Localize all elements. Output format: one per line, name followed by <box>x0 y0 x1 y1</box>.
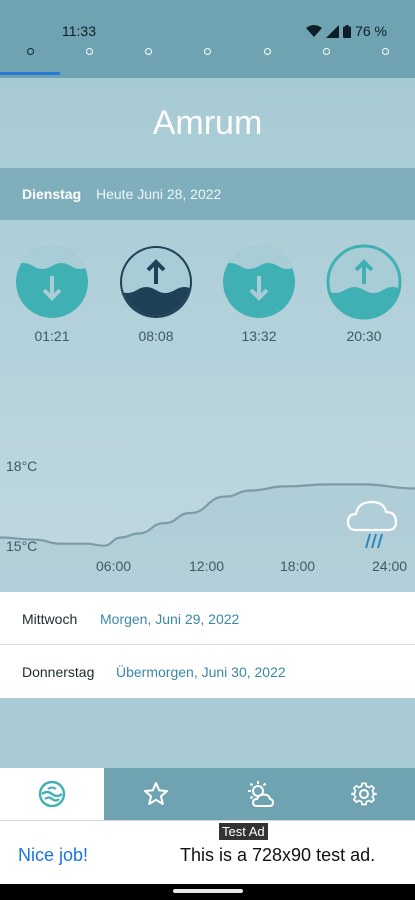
sun-cloud-icon <box>248 781 275 807</box>
active-tab-indicator <box>0 72 60 75</box>
page-dot[interactable] <box>86 48 93 55</box>
gear-icon <box>350 782 377 806</box>
ad-cta[interactable]: Nice job! <box>18 845 88 866</box>
y-tick-label: 18°C <box>6 458 38 474</box>
ad-label: Test Ad <box>219 823 268 840</box>
today-date: Heute Juni 28, 2022 <box>96 186 222 202</box>
tide-high-icon <box>120 246 192 318</box>
today-weekday: Dienstag <box>22 186 82 202</box>
day-weekday: Mittwoch <box>22 611 78 627</box>
y-tick-label: 15°C <box>6 538 38 554</box>
page-dot[interactable] <box>382 48 389 55</box>
tide-item: 20:30 <box>326 244 402 344</box>
page-dot[interactable] <box>204 48 211 55</box>
status-bar: 11:33 76 % <box>0 20 415 44</box>
city-title: Amrum <box>152 104 263 142</box>
day-weekday: Donnerstag <box>22 664 95 680</box>
x-tick-label: 24:00 <box>372 558 408 574</box>
tide-time: 01:21 <box>34 328 70 344</box>
tide-time: 13:32 <box>241 328 277 344</box>
star-icon <box>144 782 168 805</box>
nav-settings[interactable] <box>312 768 415 820</box>
day-date: Übermorgen, Juni 30, 2022 <box>116 664 286 680</box>
x-tick-label: 18:00 <box>280 558 316 574</box>
today-panel: Amrum Dienstag Heute Juni 28, 2022 01:21… <box>0 78 415 598</box>
page-dot[interactable] <box>264 48 271 55</box>
signal-icon <box>326 24 340 38</box>
home-indicator[interactable] <box>173 889 243 893</box>
forecast-list: Mittwoch Morgen, Juni 29, 2022 Donnersta… <box>0 592 415 698</box>
tide-time: 20:30 <box>346 328 382 344</box>
tide-low-icon <box>223 246 295 318</box>
battery-icon <box>343 24 352 38</box>
ad-message: This is a 728x90 test ad. <box>180 845 376 865</box>
bottom-navigation <box>0 768 415 820</box>
tide-time: 08:08 <box>138 328 174 344</box>
page-dot[interactable] <box>27 48 34 55</box>
temperature-area <box>0 484 415 598</box>
top-app-bar: 11:33 76 % <box>0 0 415 78</box>
tide-wave-icon <box>38 780 66 808</box>
tide-item: 01:21 <box>14 244 90 344</box>
tide-item: 08:08 <box>118 244 194 344</box>
page-indicator[interactable] <box>0 48 415 58</box>
tide-high-icon <box>326 244 402 320</box>
system-navigation-bar <box>0 884 415 900</box>
nav-weather[interactable] <box>208 768 312 820</box>
x-tick-label: 06:00 <box>96 558 132 574</box>
nav-tides[interactable] <box>0 768 104 820</box>
day-row[interactable]: Mittwoch Morgen, Juni 29, 2022 <box>0 592 415 645</box>
x-tick-label: 12:00 <box>189 558 225 574</box>
battery-level: 76 % <box>355 23 387 39</box>
system-icons: 76 % <box>306 23 387 39</box>
page-dot[interactable] <box>323 48 330 55</box>
day-date: Morgen, Juni 29, 2022 <box>100 611 240 627</box>
nav-favorites[interactable] <box>104 768 208 820</box>
tide-low-icon <box>16 246 88 318</box>
test-ad-banner[interactable]: Nice job! This is a 728x90 test ad. <box>0 820 415 884</box>
day-row[interactable]: Donnerstag Übermorgen, Juni 30, 2022 <box>0 645 415 698</box>
today-header[interactable]: Dienstag Heute Juni 28, 2022 <box>0 168 415 220</box>
page-dot[interactable] <box>145 48 152 55</box>
tide-item: 13:32 <box>221 244 297 344</box>
status-time: 11:33 <box>62 23 96 39</box>
wifi-icon <box>306 24 323 37</box>
